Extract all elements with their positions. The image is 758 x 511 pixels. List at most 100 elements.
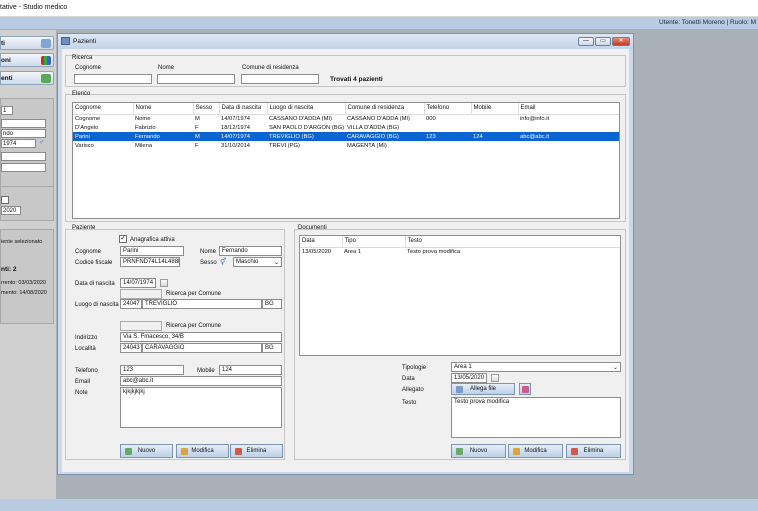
column-header[interactable]: Tipo	[342, 236, 406, 248]
filter-field[interactable]	[1, 152, 46, 161]
testo-textarea[interactable]: Testo prova modifica	[451, 397, 621, 438]
indirizzo-input[interactable]: Via S. Fmacesco, 34/B	[120, 332, 282, 342]
patient-group-title: Paziente	[72, 225, 96, 231]
minimize-button[interactable]: —	[578, 37, 594, 46]
column-header[interactable]: Data	[300, 236, 343, 248]
open-file-button[interactable]	[519, 383, 531, 395]
filter-number-field[interactable]: 1	[1, 106, 13, 115]
nav-button-label: oni	[1, 57, 11, 64]
table-cell: VILLA D'ADDA (BG)	[347, 124, 400, 131]
email-input[interactable]: abc@abc.it	[120, 376, 282, 386]
luogo-label: Luogo di nascita	[75, 302, 119, 308]
search-nome-input[interactable]	[157, 74, 235, 84]
date-section: 2020	[0, 186, 54, 221]
note-textarea[interactable]: kjkjkjkjkj	[120, 387, 282, 428]
column-header[interactable]: Cognome	[73, 103, 134, 115]
calendar-icon[interactable]	[491, 374, 499, 382]
search-cognome-input[interactable]	[74, 74, 152, 84]
sesso-select[interactable]: Maschio ⌄	[233, 257, 282, 267]
column-header[interactable]: Email	[518, 103, 619, 115]
nav-button-statistics[interactable]: oni	[0, 53, 54, 67]
ricerca-comune-field[interactable]	[120, 289, 162, 299]
ricerca-comune-field-2[interactable]	[120, 321, 162, 331]
table-cell	[424, 141, 471, 150]
documents-table[interactable]: Data Tipo Testo 13/05/2020 Area 1 Testo prov…	[299, 235, 621, 356]
luogo-cap-input[interactable]: 24047	[120, 299, 142, 309]
nome-input[interactable]: Fernando	[219, 246, 282, 256]
edit-icon	[181, 448, 188, 455]
button-label: Nuovo	[137, 448, 156, 454]
window-titlebar[interactable]: Pazienti — ▭ ✕	[58, 34, 633, 49]
date-checkbox[interactable]	[1, 196, 9, 204]
localita-cap-input[interactable]: 24043	[120, 343, 142, 353]
table-cell: F	[195, 124, 199, 131]
filter-field[interactable]	[1, 163, 46, 172]
table-cell: M	[193, 132, 219, 141]
document-delete-button[interactable]: Elimina	[566, 444, 621, 458]
edit-icon	[513, 448, 520, 455]
column-header[interactable]: Sesso	[193, 103, 220, 115]
table-row[interactable]: D'Angelo Fabrizio F 18/12/1974 SAN PAOLO D'A…	[73, 123, 619, 132]
mobile-input[interactable]: 124	[219, 365, 282, 375]
table-cell: Fernando	[133, 132, 193, 141]
table-cell: SAN PAOLO D'ARGON (BG)	[269, 124, 345, 131]
gender-icon: ⚥	[220, 259, 227, 266]
column-header[interactable]: Telefono	[424, 103, 472, 115]
table-row[interactable]: Varisco Milena F 31/10/2014 TREVI (PG) MAGENT…	[73, 141, 619, 150]
filter-date-field[interactable]: 1974	[1, 139, 36, 148]
column-header[interactable]: Luogo di nascita	[267, 103, 346, 115]
nav-button-people[interactable]: enti	[0, 71, 54, 85]
patients-count: nti: 2	[1, 266, 17, 273]
patients-table[interactable]: Cognome Nome Sesso Data di nascita Luogo di …	[72, 102, 620, 219]
data-input[interactable]: 13/05/2020	[451, 373, 487, 383]
active-checkbox[interactable]: ✓	[119, 235, 127, 243]
people-icon	[41, 74, 51, 83]
user-bar: Utente: Tonetti Moreno | Ruolo: M	[0, 17, 758, 29]
column-header[interactable]: Comune di residenza	[345, 103, 425, 115]
search-nome-label: Nome	[158, 65, 175, 71]
column-header[interactable]: Mobile	[471, 103, 519, 115]
luogo-input[interactable]: TREVIGLIO	[142, 299, 262, 309]
table-cell: 14/07/1974	[219, 132, 267, 141]
info-line: mento: 14/08/2020	[1, 290, 47, 296]
table-cell: Area 1	[344, 248, 362, 255]
table-row[interactable]: Cognome Nome M 14/07/1974 CASSANO D'ADDA (MI…	[73, 114, 619, 123]
luogo-prov-input[interactable]: BG	[262, 299, 282, 309]
filter-name-field[interactable]: ndo	[1, 129, 46, 138]
telefono-input[interactable]: 123	[120, 365, 184, 375]
patient-new-button[interactable]: Nuovo	[120, 444, 173, 458]
documents-group-title: Documenti	[298, 225, 327, 231]
column-header[interactable]: Nome	[133, 103, 194, 115]
document-edit-button[interactable]: Modifica	[508, 444, 563, 458]
maximize-button[interactable]: ▭	[595, 37, 611, 46]
cf-label: Codice fiscale	[75, 260, 113, 266]
column-header[interactable]: Data di nascita	[219, 103, 268, 115]
cf-input[interactable]: PRNFND74L14L488D	[120, 257, 180, 267]
localita-input[interactable]: CARAVAGGIO	[142, 343, 262, 353]
column-header[interactable]: Testo	[405, 236, 620, 248]
patient-edit-button[interactable]: Modifica	[176, 444, 229, 458]
table-row[interactable]: Parini Fernando M 14/07/1974 TREVIGLIO (BG) C…	[73, 132, 619, 141]
document-new-button[interactable]: Nuovo	[451, 444, 506, 458]
cognome-label: Cognome	[75, 249, 102, 255]
filter-date2-field[interactable]: 2020	[1, 206, 21, 215]
table-cell: 123	[424, 132, 471, 141]
app-titlebar: tative - Studio medico	[0, 0, 758, 17]
table-row[interactable]: 13/05/2020 Area 1 Testo prova modifica	[300, 247, 620, 256]
cognome-input[interactable]: Parini	[120, 246, 184, 256]
calendar-icon[interactable]	[160, 279, 168, 287]
search-comune-input[interactable]	[241, 74, 319, 84]
localita-prov-input[interactable]: BG	[262, 343, 282, 353]
nav-button-patients[interactable]: ti	[0, 36, 54, 50]
patient-delete-button[interactable]: Elimina	[230, 444, 283, 458]
tipologie-select[interactable]: Area 1 ⌄	[451, 362, 621, 372]
table-cell: abc@abc.it	[518, 132, 619, 141]
sesso-label: Sesso	[200, 260, 217, 266]
table-cell: Cognome	[75, 115, 101, 122]
table-cell: M	[195, 115, 200, 122]
nascita-input[interactable]: 14/07/1974	[120, 278, 156, 288]
table-cell: 000	[426, 115, 436, 122]
close-button[interactable]: ✕	[612, 37, 630, 46]
filter-field[interactable]	[1, 119, 46, 128]
attach-file-button[interactable]: Allega file	[451, 383, 515, 395]
